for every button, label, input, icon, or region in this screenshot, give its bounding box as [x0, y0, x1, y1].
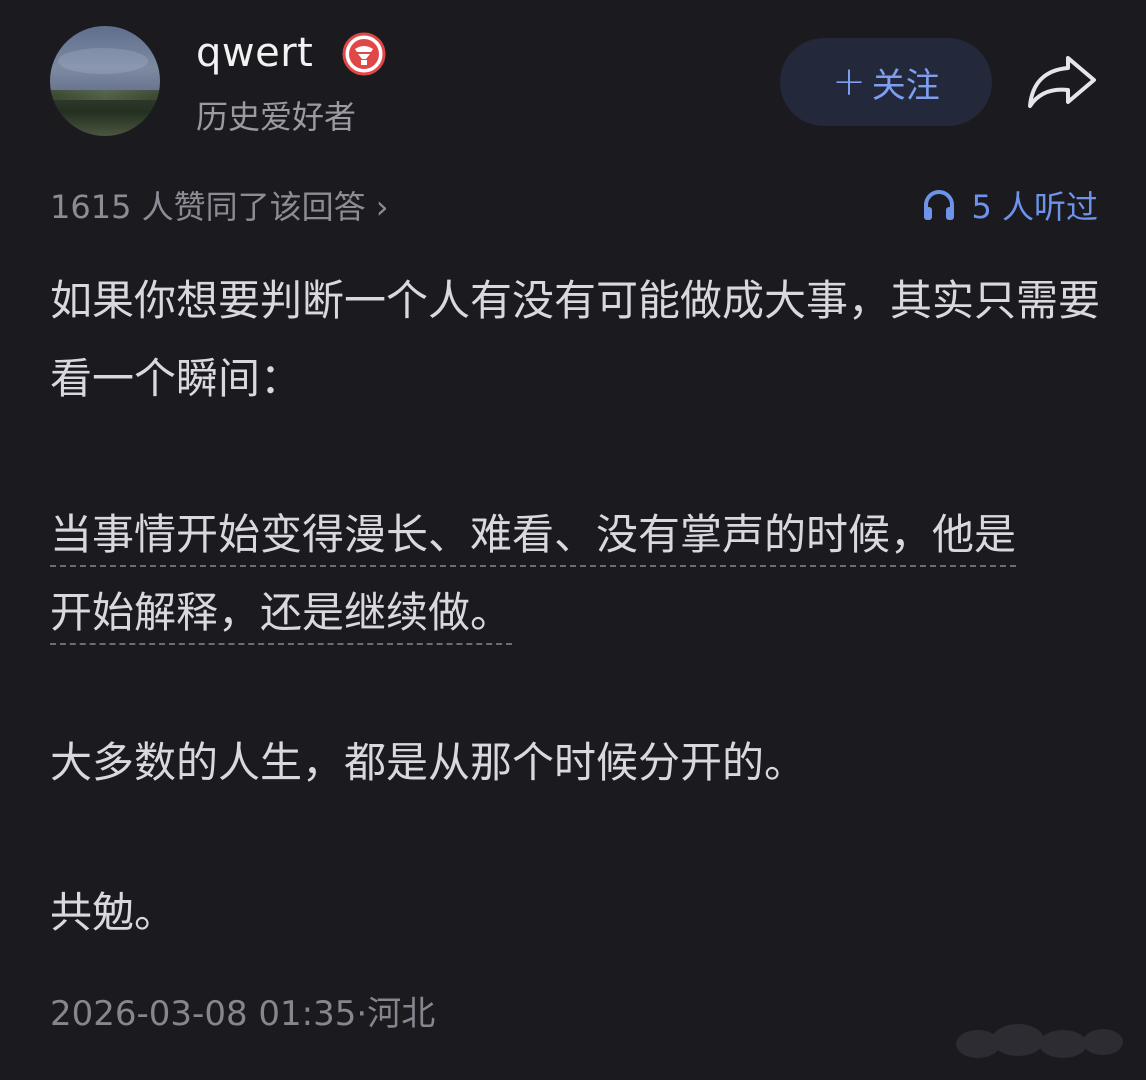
author-name[interactable]: qwert	[196, 30, 313, 76]
share-arrow-icon[interactable]	[1024, 52, 1100, 112]
post-location: 河北	[367, 994, 436, 1034]
red-badge-icon	[342, 32, 386, 76]
answer-paragraph-1: 如果你想要判断一个人有没有可能做成大事，其实只需要看一个瞬间：	[50, 276, 1101, 403]
post-datetime: 2026-03-08 01:35	[50, 994, 357, 1034]
answer-paragraph-4: 共勉。	[50, 888, 177, 937]
headphones-icon	[924, 190, 955, 220]
highlighted-sentence[interactable]: 当事情开始变得漫长、难看、没有掌声的时候，他是开始解释，还是继续做。	[50, 510, 1017, 645]
author-bio: 历史爱好者	[196, 98, 357, 136]
answer-footer: 2026-03-08 01:35·河北	[50, 986, 435, 1035]
footer-separator: ·	[356, 994, 368, 1034]
upvote-count-link[interactable]: 1615 人赞同了该回答 ›	[50, 182, 389, 228]
watermark-logo	[956, 1024, 1123, 1058]
listened-indicator[interactable]: 5 人听过	[921, 182, 1098, 228]
follow-button[interactable]: + 关注	[780, 38, 992, 126]
listened-count: 5 人听过	[971, 188, 1098, 226]
plus-icon: +	[832, 59, 866, 105]
answer-paragraph-2: 当事情开始变得漫长、难看、没有掌声的时候，他是开始解释，还是继续做。	[50, 496, 1040, 652]
avatar[interactable]	[50, 26, 160, 136]
answer-paragraph-3: 大多数的人生，都是从那个时候分开的。	[50, 738, 807, 787]
follow-label: 关注	[871, 65, 940, 106]
